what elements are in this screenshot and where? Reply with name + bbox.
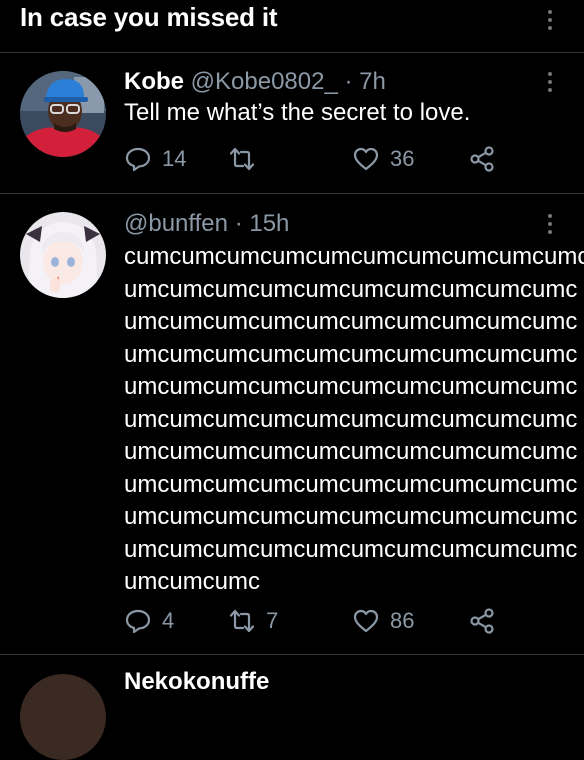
like-button[interactable]: 36 <box>352 144 414 174</box>
timestamp[interactable]: · 15h <box>235 210 290 237</box>
tweet[interactable]: Kobe @Kobe0802_ · 7h Tell me what’s the … <box>0 53 584 194</box>
retweet-button[interactable]: 7 <box>228 606 278 636</box>
like-count: 86 <box>390 608 415 633</box>
timeline-header: In case you missed it <box>0 0 584 53</box>
reply-button[interactable]: 4 <box>124 606 174 636</box>
tweet-meta: @bunffen · 15h <box>124 210 289 238</box>
tweet-text-line: umcumcumcumcumcumcumcumcumcumc <box>124 405 578 433</box>
tweet-actions: 4 7 86 <box>124 606 504 636</box>
user-handle[interactable]: @bunffen <box>124 210 228 237</box>
tweet-meta: Kobe @Kobe0802_ · 7h <box>124 68 386 96</box>
share-button[interactable] <box>468 144 496 174</box>
like-icon <box>353 147 379 171</box>
tweet-text-line: cumcumcumcumcumcumcumcumcumcumc <box>124 243 584 270</box>
section-title: In case you missed it <box>20 2 278 32</box>
retweet-count: 7 <box>266 608 279 633</box>
like-icon <box>353 609 379 633</box>
tweet-text-line: umcumcumcumcumcumcumcumcumcumc <box>124 535 578 563</box>
more-vertical-icon[interactable] <box>547 72 553 92</box>
share-icon <box>470 146 494 172</box>
reply-count: 4 <box>162 608 175 633</box>
more-vertical-icon[interactable] <box>547 214 553 234</box>
more-vertical-icon[interactable] <box>547 10 553 30</box>
like-button[interactable]: 86 <box>352 606 414 636</box>
avatar[interactable] <box>20 674 106 760</box>
timestamp[interactable]: · 7h <box>345 68 386 95</box>
tweet-text-line: umcumcumcumcumcumcumcumcumcumc <box>124 470 578 498</box>
retweet-button[interactable] <box>228 144 266 174</box>
tweet[interactable] <box>0 656 584 760</box>
tweet-text-line: umcumcumcumcumcumcumcumcumcumc <box>124 308 578 335</box>
avatar[interactable] <box>20 212 106 298</box>
reply-count: 14 <box>162 146 187 171</box>
reply-icon <box>125 609 151 634</box>
like-count: 36 <box>390 146 415 171</box>
tweet-text-line: umcumcumc <box>124 568 261 595</box>
tweet-text-line: umcumcumcumcumcumcumcumcumcumc <box>124 340 578 368</box>
display-name[interactable]: Nekokonuffe <box>124 668 269 696</box>
tweet-text-line: umcumcumcumcumcumcumcumcumcumc <box>124 438 578 465</box>
display-name[interactable]: Kobe <box>124 68 184 95</box>
tweet-text: Tell me what’s the secret to love. <box>124 99 471 126</box>
reply-button[interactable]: 14 <box>124 144 186 174</box>
tweet[interactable]: @bunffen · 15h cumcumcumcumcumcumcumcumc… <box>0 194 584 655</box>
reply-icon <box>125 147 151 172</box>
tweet-text-line: umcumcumcumcumcumcumcumcumcumc <box>124 503 578 530</box>
retweet-icon <box>229 147 255 171</box>
retweet-icon <box>229 609 255 633</box>
tweet-actions: 14 36 <box>124 144 504 174</box>
share-button[interactable] <box>468 606 496 636</box>
tweet-text-line: umcumcumcumcumcumcumcumcumcumc <box>124 275 578 303</box>
tweet-text-line: umcumcumcumcumcumcumcumcumcumc <box>124 373 578 400</box>
user-handle[interactable]: @Kobe0802_ <box>191 68 338 95</box>
avatar[interactable] <box>20 71 106 157</box>
share-icon <box>470 608 494 634</box>
